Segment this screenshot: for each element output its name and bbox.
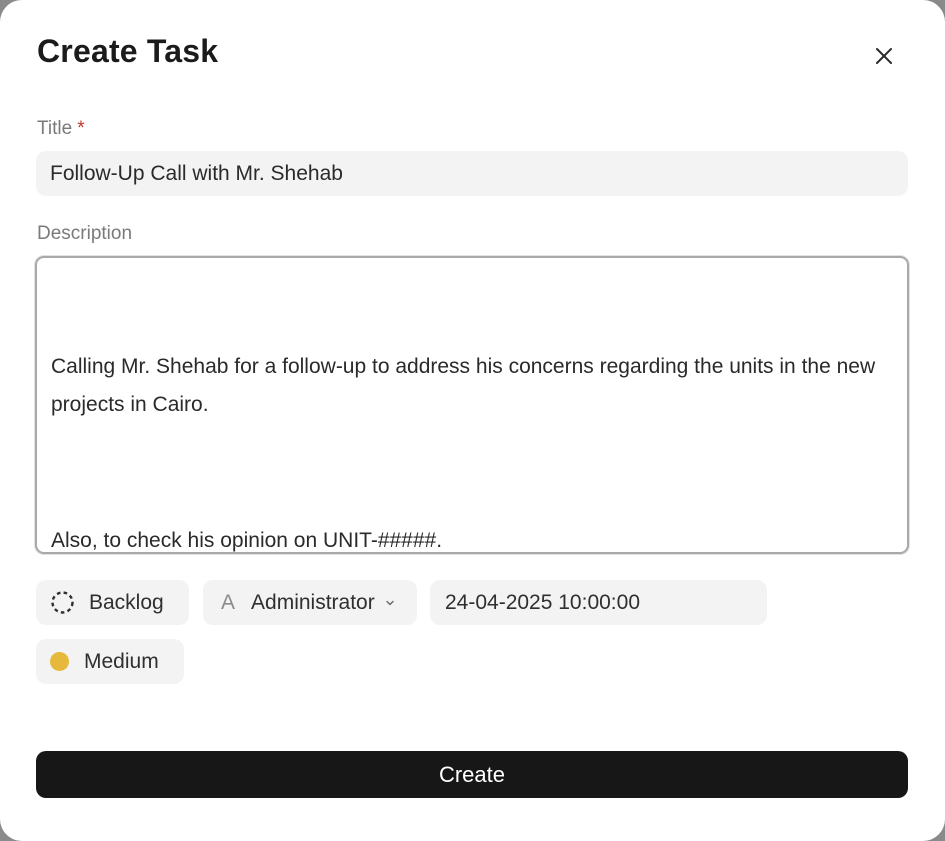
create-button[interactable]: Create: [36, 751, 908, 798]
chevron-down-icon: [386, 600, 394, 606]
description-label: Description: [37, 223, 133, 244]
assignee-label: Administrator: [251, 590, 375, 614]
assignee-avatar: A: [221, 590, 236, 614]
required-mark: *: [77, 118, 85, 139]
priority-select[interactable]: Medium: [36, 639, 184, 684]
description-paragraph: Also, to check his opinion on UNIT-#####…: [51, 529, 443, 552]
dialog-title: Create Task: [37, 33, 219, 69]
title-input[interactable]: [36, 151, 908, 196]
title-label: Title *: [37, 118, 85, 140]
create-task-dialog: Create Task Title* Description Calling M…: [0, 0, 945, 841]
description-paragraph: Calling Mr. Shehab for a follow-up to ad…: [51, 355, 881, 416]
title-label-text: Title: [37, 118, 73, 139]
description-textarea[interactable]: Calling Mr. Shehab for a follow-up to ad…: [35, 256, 909, 554]
dashed-circle-icon: [50, 590, 75, 615]
status-select[interactable]: Backlog: [36, 580, 189, 625]
priority-dot-icon: [49, 651, 70, 672]
close-icon: [876, 48, 892, 64]
priority-label: Medium: [84, 649, 159, 673]
due-date-field[interactable]: 24-04-2025 10:00:00: [430, 580, 767, 625]
close-button[interactable]: [866, 38, 902, 74]
due-date-value: 24-04-2025 10:00:00: [445, 590, 640, 614]
status-label: Backlog: [89, 590, 164, 614]
